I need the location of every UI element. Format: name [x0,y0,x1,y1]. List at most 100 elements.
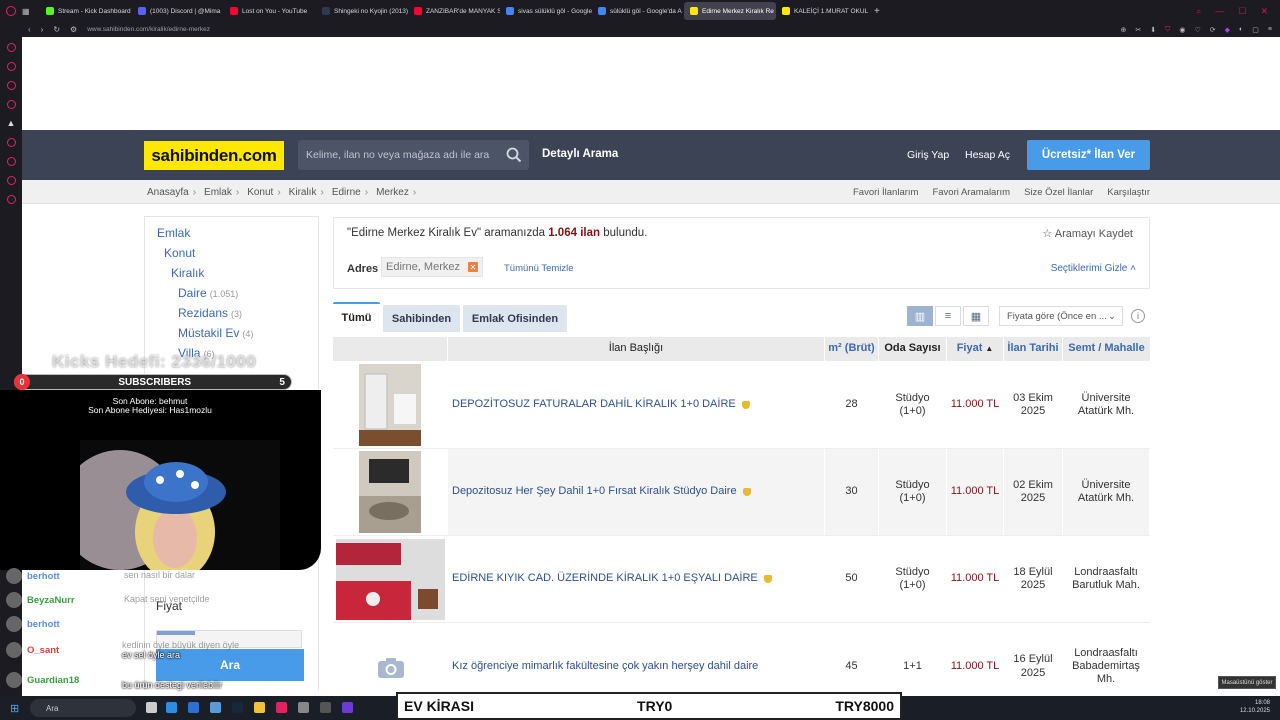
tab-owner[interactable]: Sahibinden [383,305,460,332]
extension-icon[interactable]: ◆ [1225,26,1230,34]
search-input[interactable]: Kelime, ilan no veya mağaza adı ile ara [298,140,529,170]
address-chip[interactable]: Edirne, Merkez ✕ [381,257,483,277]
heart-icon[interactable]: ♡ [1195,26,1201,34]
opera-logo-icon[interactable] [6,6,16,16]
user-link[interactable]: Karşılaştır [1107,187,1150,198]
login-link[interactable]: Giriş Yap [907,149,949,161]
browser-tab[interactable]: sivas sülüklü göl - Google [500,2,592,20]
edge-icon[interactable] [166,702,177,713]
breadcrumb-item[interactable]: Anasayfa [147,187,189,198]
remove-filter-icon[interactable]: ✕ [467,262,478,272]
tab-all[interactable]: Tümü [333,302,380,332]
browser-tab[interactable]: sülüklü göl - Google'da A [592,2,684,20]
listing-photo-3[interactable] [336,539,445,620]
table-row[interactable]: EDİRNE KIYIK CAD. ÜZERİNDE KİRALIK 1+0 E… [333,536,1150,623]
category-item[interactable]: Rezidans (3) [178,306,242,320]
breadcrumb-item[interactable]: Konut [247,187,273,198]
table-row[interactable]: DEPOZİTOSUZ FATURALAR DAHİL KİRALIK 1+0 … [333,362,1150,449]
sidebar-instagram-icon[interactable] [6,81,16,90]
breadcrumb-item[interactable]: Edirne [332,187,361,198]
sidebar-music-icon[interactable] [6,176,16,185]
category-item[interactable]: Müstakil Ev (4) [178,326,253,340]
close-window-button[interactable]: ✕ [1260,6,1268,17]
sidebar-ai-icon[interactable]: ▲ [7,119,16,128]
sidebar-whatsapp-icon[interactable] [6,100,16,109]
shield-icon[interactable]: ⛉ [1165,26,1170,34]
sidebar-messenger-icon[interactable] [6,62,16,71]
taskbar-search[interactable]: Ara [30,699,136,717]
register-link[interactable]: Hesap Aç [965,149,1010,161]
chat-username[interactable]: O_sant [27,645,59,656]
cell-title[interactable]: Depozitosuz Her Şey Dahil 1+0 Fırsat Kir… [448,449,825,535]
obs-icon[interactable] [320,702,331,713]
search-tabs-icon[interactable]: ⌕ [1196,6,1201,17]
clip-icon[interactable]: ✂ [1135,26,1141,34]
sidebar-history-icon[interactable] [6,157,16,166]
forward-icon[interactable]: › [41,25,44,34]
site-info-icon[interactable]: ⚙ [70,25,77,34]
steam-icon[interactable] [232,702,243,713]
browser-tab[interactable]: Edirne Merkez Kiralık Re [684,2,776,20]
save-search-button[interactable]: ☆ Aramayı Kaydet [1042,227,1133,240]
maximize-button[interactable]: ☐ [1238,6,1246,17]
user-link[interactable]: Favori İlanlarım [853,187,918,198]
chat-username[interactable]: Guardian18 [27,675,79,686]
grid-view-icon[interactable]: ▦ [963,306,989,326]
detailed-search-link[interactable]: Detaylı Arama [542,148,618,160]
minimize-button[interactable]: — [1215,6,1224,17]
cell-title[interactable]: EDİRNE KIYIK CAD. ÜZERİNDE KİRALIK 1+0 E… [448,536,825,622]
sidebar-settings-icon[interactable] [6,195,16,204]
list-view-icon[interactable]: ≡ [935,306,961,326]
sidebar-home-icon[interactable] [6,43,16,52]
new-tab-button[interactable]: + [868,6,886,17]
search-icon[interactable] [506,147,522,163]
download-icon[interactable]: ⬇ [1150,26,1156,34]
zoom-icon[interactable]: ⊕ [1121,26,1127,34]
reload-icon[interactable]: ↻ [53,25,60,34]
th-area[interactable]: Semt / Mahalle [1063,337,1150,361]
breadcrumb-item[interactable]: Emlak [204,187,232,198]
chat-icon[interactable]: ▢ [1252,26,1259,34]
breadcrumb-item[interactable]: Kiralık [289,187,317,198]
listing-photo-1[interactable] [359,364,421,446]
tab-list-icon[interactable]: ▦ [22,7,30,16]
site-logo[interactable]: sahibinden.com [144,141,284,170]
tab-agency[interactable]: Emlak Ofisinden [463,305,567,332]
terminal-icon[interactable] [210,702,221,713]
menu-icon[interactable]: ≡ [1268,26,1272,34]
cell-title[interactable]: DEPOZİTOSUZ FATURALAR DAHİL KİRALIK 1+0 … [448,362,825,448]
post-ad-button[interactable]: Ücretsiz* İlan Ver [1027,140,1150,170]
refresh-icon[interactable]: ⟳ [1210,26,1216,34]
sort-select[interactable]: Fiyata göre (Önce en ... ⌄ [999,306,1123,326]
th-price[interactable]: Fiyat ▲ [947,337,1004,361]
back-icon[interactable]: ‹ [28,25,31,34]
sidebar-bookmark-icon[interactable] [6,138,16,147]
category-item[interactable]: Emlak [157,226,190,240]
chat-username[interactable]: berhott [27,571,60,582]
chat-username[interactable]: BeyzaNurr [27,595,75,606]
chat-username[interactable]: berhott [27,619,60,630]
info-icon[interactable]: i [1131,309,1145,323]
category-item[interactable]: Daire (1.051) [178,286,238,300]
browser-tab[interactable]: (1003) Discord | @Mima [132,2,224,20]
th-date[interactable]: İlan Tarihi [1004,337,1063,361]
hide-selected-link[interactable]: Seçtiklerimi Gizle ˄ [1051,263,1136,274]
breadcrumb-item[interactable]: Merkez [376,187,409,198]
table-view-icon[interactable]: ▥ [907,306,933,326]
opera-icon[interactable] [276,702,287,713]
clear-all-link[interactable]: Tümünü Temizle [504,263,574,274]
listing-photo-2[interactable] [359,451,421,533]
browser-tab[interactable]: ZANZIBAR'de MANYAK S [408,2,500,20]
camera-icon[interactable]: ◉ [1179,26,1185,34]
category-item[interactable]: Konut [164,246,195,260]
browser-tab[interactable]: KALEİÇİ 1.MURAT OKULU [776,2,868,20]
browser-menu[interactable]: ▦ [0,6,40,16]
table-row[interactable]: Depozitosuz Her Şey Dahil 1+0 Fırsat Kir… [333,449,1150,536]
start-icon[interactable]: ⊞ [10,702,19,715]
user-link[interactable]: Size Özel İlanlar [1024,187,1093,198]
app2-icon[interactable] [342,702,353,713]
th-rooms[interactable]: Oda Sayısı [879,337,947,361]
browser-tab[interactable]: Shingeki no Kyojin (2013) [316,2,408,20]
app-icon[interactable] [298,702,309,713]
system-clock[interactable]: 18:08 12.10.2025 [1240,699,1270,715]
